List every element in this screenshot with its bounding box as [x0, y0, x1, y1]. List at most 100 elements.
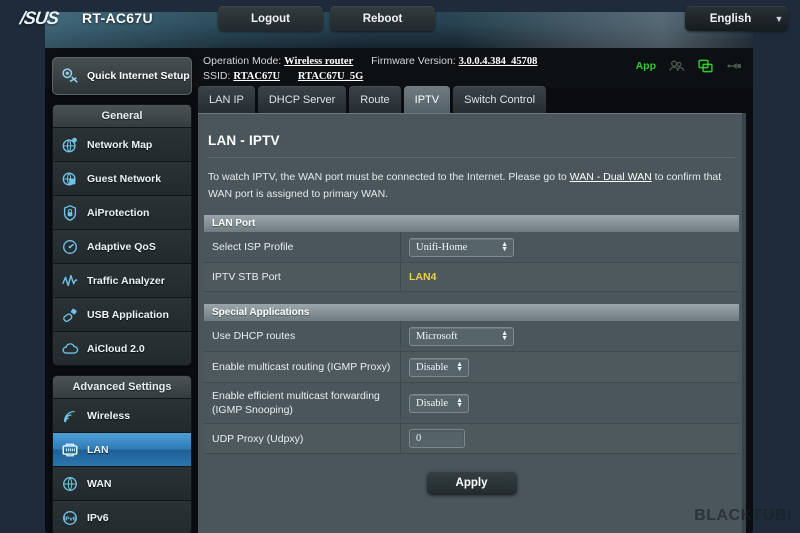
firmware-value[interactable]: 3.0.0.4.384_45708 [459, 56, 538, 67]
sidebar-item-aiprotection[interactable]: AiProtection [53, 195, 191, 229]
igmp-proxy-select-wrapper: DisableEnable ▲▼ [409, 357, 469, 377]
page-description: To watch IPTV, the WAN port must be conn… [208, 169, 728, 203]
tab-switch-control[interactable]: Switch Control [453, 86, 547, 113]
row-value: DisableEnable ▲▼ [401, 383, 739, 423]
isp-profile-select-wrapper: NoneUnifi-HomeUnifi-BusinessMaxisSingtel… [409, 237, 514, 257]
panel-edge [742, 113, 746, 533]
router-model-label: RT-AC67U [82, 10, 153, 26]
igmp-proxy-select[interactable]: DisableEnable [409, 358, 469, 377]
row-label: Enable multicast routing (IGMP Proxy) [204, 352, 401, 382]
sidebar-item-lan[interactable]: LAN [53, 432, 191, 466]
app-status-label[interactable]: App [636, 60, 656, 72]
row-value: NoneUnifi-HomeUnifi-BusinessMaxisSingtel… [401, 232, 739, 262]
dhcp-routes-select[interactable]: MicrosoftRFC 3442Aggressive [409, 327, 514, 346]
section-lan-port: LAN Port Select ISP Profile NoneUnifi-Ho… [204, 215, 739, 292]
sidebar-item-wireless[interactable]: Wireless [53, 398, 191, 432]
sidebar-label: Network Map [87, 138, 153, 151]
usb-application-icon [53, 306, 87, 324]
wan-globe-icon [53, 475, 87, 493]
apply-button[interactable]: Apply [426, 471, 517, 495]
row-value: LAN4 [401, 263, 739, 291]
svg-text:IPv6: IPv6 [64, 516, 76, 522]
logout-button[interactable]: Logout [218, 6, 323, 31]
language-label: English [709, 12, 752, 25]
sidebar: Quick Internet Setup General Network Map… [52, 57, 192, 533]
cloud-icon [53, 340, 87, 358]
sidebar-item-network-map[interactable]: Network Map [53, 127, 191, 161]
sidebar-label: USB Application [87, 308, 169, 321]
usb-icon[interactable] [726, 58, 743, 74]
row-select-isp-profile: Select ISP Profile NoneUnifi-HomeUnifi-B… [204, 232, 739, 263]
tab-dhcp-server[interactable]: DHCP Server [257, 86, 347, 113]
reboot-button[interactable]: Reboot [330, 6, 435, 31]
chevron-down-icon: ▼ [774, 13, 784, 24]
content-panel: LAN - IPTV To watch IPTV, the WAN port m… [198, 113, 745, 533]
operation-mode-label: Operation Mode: [203, 55, 282, 67]
row-iptv-stb-port: IPTV STB Port LAN4 [204, 263, 739, 292]
language-selector[interactable]: English ▼ [685, 6, 788, 31]
row-value: DisableEnable ▲▼ [401, 352, 739, 382]
row-label: Select ISP Profile [204, 232, 401, 262]
description-pre: To watch IPTV, the WAN port must be conn… [208, 171, 570, 183]
row-use-dhcp-routes: Use DHCP routes MicrosoftRFC 3442Aggress… [204, 321, 739, 352]
sidebar-item-usb-application[interactable]: USB Application [53, 297, 191, 331]
sidebar-general-header: General [53, 105, 191, 127]
sidebar-label: Guest Network [87, 172, 162, 185]
guest-network-icon[interactable] [668, 58, 685, 74]
udp-proxy-input[interactable] [409, 429, 465, 448]
router-admin-page: /SUS RT-AC67U Logout Reboot English ▼ Op… [0, 0, 800, 533]
apply-button-row: Apply [198, 471, 745, 495]
sidebar-advanced-header: Advanced Settings [53, 376, 191, 398]
row-label: Use DHCP routes [204, 321, 401, 351]
igmp-snooping-select-wrapper: DisableEnable ▲▼ [409, 393, 469, 413]
sidebar-item-ipv6[interactable]: IPv6 IPv6 [53, 500, 191, 533]
ipv6-icon: IPv6 [53, 509, 87, 527]
sidebar-advanced-group: Advanced Settings Wireless LAN WAN IPv6 … [52, 375, 192, 533]
ssid-2g-value[interactable]: RTAC67U [233, 71, 280, 82]
ssid-label: SSID: [203, 70, 231, 82]
tab-bar: LAN IP DHCP Server Route IPTV Switch Con… [198, 86, 547, 113]
row-value: MicrosoftRFC 3442Aggressive ▲▼ [401, 321, 739, 351]
sidebar-item-guest-network[interactable]: Guest Network [53, 161, 191, 195]
lan-icon [53, 441, 87, 459]
sidebar-label: Traffic Analyzer [87, 274, 165, 287]
row-label: UDP Proxy (Udpxy) [204, 424, 401, 453]
tab-lan-ip[interactable]: LAN IP [198, 86, 255, 113]
asus-logo: /SUS [18, 8, 60, 28]
sidebar-item-traffic-analyzer[interactable]: Traffic Analyzer [53, 263, 191, 297]
traffic-analyzer-icon [53, 272, 87, 290]
guest-network-icon [53, 170, 87, 188]
isp-profile-select[interactable]: NoneUnifi-HomeUnifi-BusinessMaxisSingtel… [409, 238, 514, 257]
sidebar-label: LAN [87, 443, 109, 456]
sidebar-item-adaptive-qos[interactable]: Adaptive QoS [53, 229, 191, 263]
network-monitor-icon[interactable] [697, 58, 714, 74]
sidebar-label: IPv6 [87, 511, 109, 524]
status-icon-group: App [636, 58, 743, 74]
network-map-icon [53, 136, 87, 154]
row-label: Enable efficient multicast forwarding (I… [204, 383, 401, 423]
row-value [401, 424, 739, 453]
wan-dual-wan-link[interactable]: WAN - Dual WAN [570, 171, 652, 183]
sidebar-label: Wireless [87, 409, 131, 422]
iptv-stb-port-value: LAN4 [409, 271, 437, 283]
row-igmp-proxy: Enable multicast routing (IGMP Proxy) Di… [204, 352, 739, 383]
quick-setup-icon [53, 66, 87, 86]
operation-mode-value[interactable]: Wireless router [284, 56, 353, 67]
row-udp-proxy: UDP Proxy (Udpxy) [204, 424, 739, 454]
firmware-label: Firmware Version: [371, 55, 456, 67]
quick-internet-setup-button[interactable]: Quick Internet Setup [52, 57, 192, 95]
igmp-snooping-select[interactable]: DisableEnable [409, 394, 469, 413]
sidebar-item-aicloud[interactable]: AiCloud 2.0 [53, 331, 191, 365]
ssid-line: SSID: RTAC67U RTAC67U_5G [203, 70, 363, 82]
tab-route[interactable]: Route [349, 86, 401, 113]
row-igmp-snooping: Enable efficient multicast forwarding (I… [204, 383, 739, 424]
dhcp-routes-select-wrapper: MicrosoftRFC 3442Aggressive ▲▼ [409, 326, 514, 346]
quick-setup-label: Quick Internet Setup [87, 70, 190, 82]
section-special-applications: Special Applications Use DHCP routes Mic… [204, 304, 739, 454]
tab-iptv[interactable]: IPTV [403, 86, 451, 113]
sidebar-item-wan[interactable]: WAN [53, 466, 191, 500]
sidebar-label: AiCloud 2.0 [87, 342, 145, 355]
ssid-5g-value[interactable]: RTAC67U_5G [298, 71, 363, 82]
sidebar-label: Adaptive QoS [87, 240, 156, 253]
operation-mode-line: Operation Mode: Wireless router Firmware… [203, 55, 537, 67]
